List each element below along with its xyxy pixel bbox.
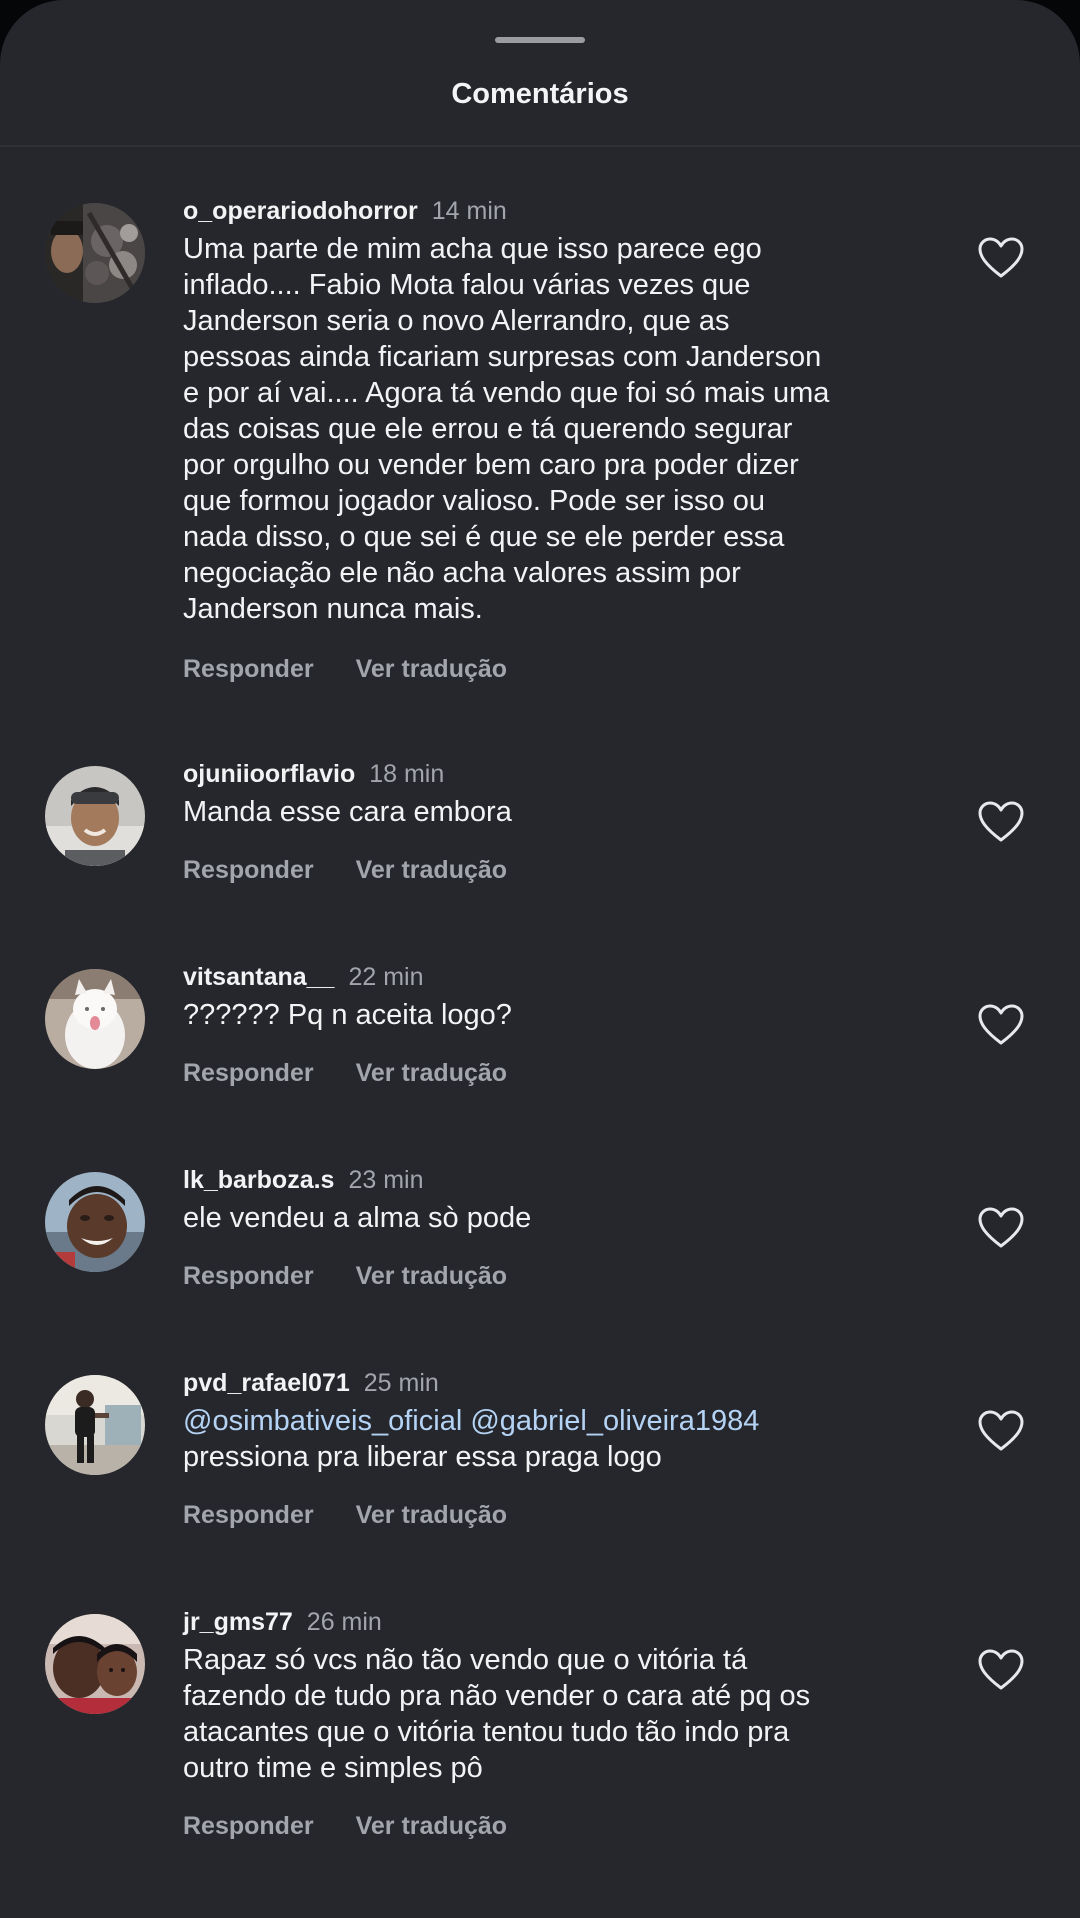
comment-meta: o_operariodohorror 14 min [183,193,507,229]
heart-outline-icon[interactable] [977,800,1025,844]
comment-text: Manda esse cara embora [183,794,923,830]
avatar[interactable] [45,969,145,1069]
comment-meta: lk_barboza.s 23 min [183,1162,424,1198]
comment-actions: Responder Ver tradução [183,651,549,687]
comment-line: Janderson nunca mais. [183,593,483,625]
comment-line: fazendo de tudo pra não vender o cara at… [183,1680,811,1712]
comment-line: Rapaz só vcs não tão vendo que o vitória… [183,1644,748,1676]
timestamp: 18 min [369,760,445,788]
comment-item: jr_gms77 26 min Rapaz só vcs não tão vend… [0,1604,1080,1852]
comment-text: ele vendeu a alma sò pode [183,1200,923,1236]
reply-button[interactable]: Responder [183,655,314,683]
comment-item: ojuniioorflavio 18 min Manda esse cara em… [0,756,1080,896]
comment-actions: Responder Ver tradução [183,1055,549,1091]
reply-button[interactable]: Responder [183,856,314,884]
timestamp: 22 min [348,963,424,991]
comment-meta: ojuniioorflavio 18 min [183,756,444,792]
comment-text: ?????? Pq n aceita logo? [183,997,923,1033]
comment-meta: vitsantana__ 22 min [183,959,424,995]
comment-item: o_operariodohorror 14 min Uma parte de mi… [0,193,1080,693]
comments-sheet: Comentários o_operariodohorror 14 min Uma… [0,0,1080,1918]
see-translation-button[interactable]: Ver tradução [356,856,507,884]
avatar[interactable] [45,1614,145,1714]
heart-outline-icon[interactable] [977,1648,1025,1692]
comment-line: que formou jogador valioso. Pode ser iss… [183,485,765,517]
comment-line: por orgulho ou vender bem caro pra poder… [183,449,799,481]
comment-line: e por aí vai.... Agora tá vendo que foi … [183,377,830,409]
comment-text: Rapaz só vcs não tão vendo que o vitória… [183,1642,923,1786]
comment-item: pvd_rafael071 25 min @osimbativeis_oficia… [0,1365,1080,1541]
reply-button[interactable]: Responder [183,1262,314,1290]
comment-line: Janderson seria o novo Alerrandro, que a… [183,305,730,337]
header-divider [0,145,1080,147]
drag-handle[interactable] [495,37,585,43]
heart-outline-icon[interactable] [977,1206,1025,1250]
comment-line: pessoas ainda ficariam surpresas com Jan… [183,341,822,373]
timestamp: 14 min [431,197,507,225]
comment-item: lk_barboza.s 23 min ele vendeu a alma sò … [0,1162,1080,1302]
comment-line: atacantes que o vitória tentou tudo tão … [183,1716,790,1748]
comment-text: Uma parte de mim acha que isso parece eg… [183,231,923,627]
comment-actions: Responder Ver tradução [183,1808,549,1844]
comment-line: negociação ele não acha valores assim po… [183,557,741,589]
avatar[interactable] [45,766,145,866]
comment-line: das coisas que ele errou e tá querendo s… [183,413,793,445]
reply-button[interactable]: Responder [183,1501,314,1529]
heart-outline-icon[interactable] [977,236,1025,280]
username[interactable]: o_operariodohorror [183,197,418,225]
timestamp: 26 min [306,1608,382,1636]
comment-line: Uma parte de mim acha que isso parece eg… [183,233,762,265]
avatar[interactable] [45,1172,145,1272]
comment-line: ?????? Pq n aceita logo? [183,999,512,1031]
reply-button[interactable]: Responder [183,1812,314,1840]
mention-link[interactable]: @osimbativeis_oficial [183,1405,462,1437]
username[interactable]: jr_gms77 [183,1608,293,1636]
heart-outline-icon[interactable] [977,1409,1025,1453]
comment-line: nada disso, o que sei é que se ele perde… [183,521,785,553]
comment-item: vitsantana__ 22 min ?????? Pq n aceita lo… [0,959,1080,1099]
see-translation-button[interactable]: Ver tradução [356,1059,507,1087]
comment-line: inflado.... Fabio Mota falou várias veze… [183,269,751,301]
comment-actions: Responder Ver tradução [183,1258,549,1294]
see-translation-button[interactable]: Ver tradução [356,1501,507,1529]
timestamp: 23 min [348,1166,424,1194]
reply-button[interactable]: Responder [183,1059,314,1087]
mention-link[interactable]: @gabriel_oliveira1984 [470,1405,759,1437]
comment-line: outro time e simples pô [183,1752,483,1784]
see-translation-button[interactable]: Ver tradução [356,655,507,683]
comment-meta: pvd_rafael071 25 min [183,1365,439,1401]
sheet-title: Comentários [451,78,629,110]
comment-line: Manda esse cara embora [183,796,512,828]
comment-actions: Responder Ver tradução [183,852,549,888]
see-translation-button[interactable]: Ver tradução [356,1812,507,1840]
comment-actions: Responder Ver tradução [183,1497,549,1533]
username[interactable]: ojuniioorflavio [183,760,355,788]
see-translation-button[interactable]: Ver tradução [356,1262,507,1290]
comment-meta: jr_gms77 26 min [183,1604,382,1640]
username[interactable]: pvd_rafael071 [183,1369,350,1397]
comment-mentions-line: @osimbativeis_oficial @gabriel_oliveira1… [183,1403,923,1439]
comment-line: pressiona pra liberar essa praga logo [183,1441,662,1473]
username[interactable]: vitsantana__ [183,963,334,991]
username[interactable]: lk_barboza.s [183,1166,334,1194]
heart-outline-icon[interactable] [977,1003,1025,1047]
avatar[interactable] [45,203,145,303]
comment-line: ele vendeu a alma sò pode [183,1202,532,1234]
avatar[interactable] [45,1375,145,1475]
timestamp: 25 min [363,1369,439,1397]
comment-text: @osimbativeis_oficial @gabriel_oliveira1… [183,1403,923,1475]
